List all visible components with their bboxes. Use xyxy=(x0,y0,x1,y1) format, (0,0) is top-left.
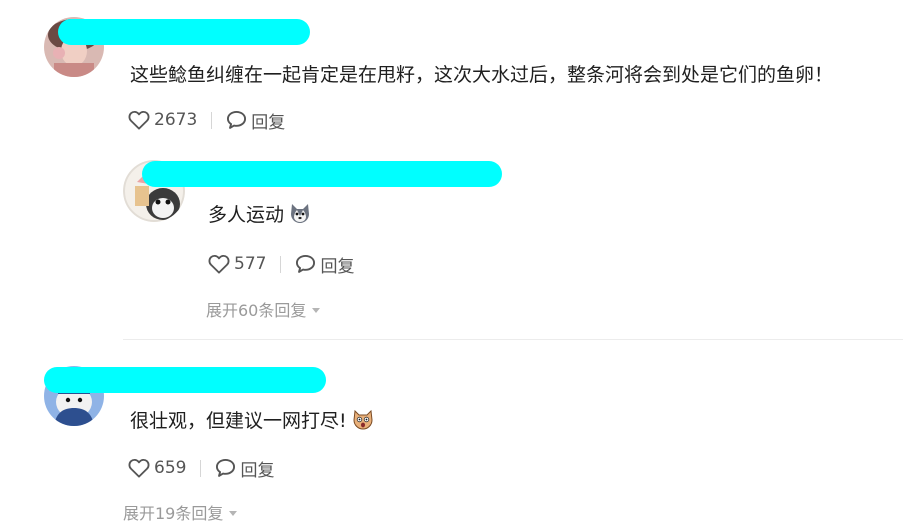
like-count: 577 xyxy=(234,254,267,274)
redacted-username xyxy=(44,367,326,393)
comment-actions: 659 回复 xyxy=(128,456,274,481)
like-count: 2673 xyxy=(154,110,198,130)
comment-list: 这些鲶鱼纠缠在一起肯定是在甩籽，这次大水过后，整条河将会到处是它们的鱼卵！ 26… xyxy=(0,0,903,532)
caret-down-icon xyxy=(229,510,238,516)
heart-outline-icon xyxy=(208,254,230,274)
like-button[interactable]: 659 xyxy=(128,458,186,478)
comment-actions: 2673 回复 xyxy=(128,108,285,133)
shocked-cat-emoji xyxy=(351,407,375,437)
like-button[interactable]: 2673 xyxy=(128,110,197,130)
reply-label: 回复 xyxy=(240,460,275,481)
reply-button[interactable]: 回复 xyxy=(295,252,354,277)
action-separator xyxy=(211,111,213,129)
reply-text: 多人运动 xyxy=(208,201,312,231)
reply-label: 回复 xyxy=(251,112,286,133)
action-separator xyxy=(200,459,202,477)
redacted-username xyxy=(58,19,310,45)
expand-replies-label: 展开19条回复 xyxy=(123,504,224,523)
speech-bubble-icon xyxy=(216,458,236,477)
comment-text: 这些鲶鱼纠缠在一起肯定是在甩籽，这次大水过后，整条河将会到处是它们的鱼卵！ xyxy=(130,64,834,86)
redacted-username xyxy=(142,161,502,187)
heart-outline-icon xyxy=(128,110,150,130)
expand-replies-button[interactable]: 展开60条回复 xyxy=(206,297,321,321)
comment-text: 很壮观，但建议一网打尽! xyxy=(130,407,375,437)
expand-replies-label: 展开60条回复 xyxy=(206,301,307,320)
reply-button[interactable]: 回复 xyxy=(226,108,285,133)
caret-down-icon xyxy=(312,307,321,313)
heart-outline-icon xyxy=(128,458,150,478)
comment-body: 很壮观，但建议一网打尽! xyxy=(130,410,347,432)
speech-bubble-icon xyxy=(227,110,247,129)
reply-button[interactable]: 回复 xyxy=(215,456,274,481)
comment-actions: 577 回复 xyxy=(208,252,354,277)
reply-body: 多人运动 xyxy=(208,204,285,226)
speech-bubble-icon xyxy=(296,254,316,273)
divider xyxy=(123,339,903,340)
reply-label: 回复 xyxy=(320,256,355,277)
action-separator xyxy=(280,255,282,273)
like-count: 659 xyxy=(154,458,187,478)
husky-dog-emoji xyxy=(288,201,312,231)
like-button[interactable]: 577 xyxy=(208,254,266,274)
expand-replies-button[interactable]: 展开19条回复 xyxy=(123,500,238,524)
